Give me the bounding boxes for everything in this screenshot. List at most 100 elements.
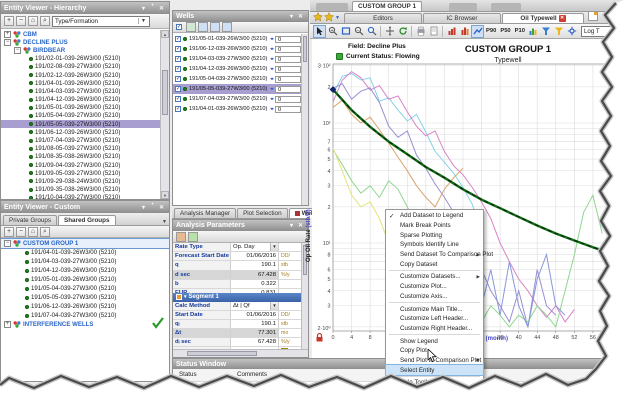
parameter-value[interactable]: 190.1 [231,261,279,269]
tree-well-item[interactable]: 191/05-05-039-27W3/00 (5210) [1,293,169,302]
status-column-header[interactable]: Status [179,371,197,378]
pin-icon[interactable]: ꜛ [148,5,157,11]
zoom-in-icon[interactable]: + [326,25,339,38]
wells-map-icon[interactable] [210,22,220,32]
tree-well-item[interactable]: 191/05-01-039-26W3/00 (5210) [1,104,160,112]
parameter-row[interactable]: qᵢ190.1stb [173,320,302,329]
parameters-hscrollbar[interactable] [173,349,309,357]
filter-up-icon[interactable] [540,25,553,38]
favorite-star2-icon[interactable] [324,12,334,22]
menu-item-select-entity[interactable]: Select Entity [386,365,483,375]
menu-item-show-legend[interactable]: Show Legend [386,336,483,346]
percentile-toggle-p50[interactable]: P50 [500,28,510,34]
menu-item-symbols-identify-line[interactable]: Symbols Identify Line [386,240,483,250]
well-checkbox[interactable]: ✓ [175,46,181,52]
parameter-value[interactable]: 190.1 [231,320,279,328]
parameter-row[interactable]: q190.1stb [173,261,302,270]
well-checkbox[interactable]: ✓ [175,106,181,112]
close-icon[interactable]: ✕ [296,13,305,20]
well-checkbox[interactable]: ✓ [175,76,181,82]
spin-arrows-icon[interactable]: ◂▸ [270,96,273,102]
gear-icon[interactable] [566,25,579,38]
tree-well-item[interactable]: 191/05-04-039-27W3/00 (5210) [1,112,160,120]
close-icon[interactable]: ✕ [157,5,166,12]
parameter-row[interactable]: dᵢ sec67.428%/y [173,338,302,347]
tree-well-item[interactable]: 191/06-12-039-26W3/00 (5210) [1,128,160,136]
add-button[interactable]: + [4,16,14,26]
inactive-document-tab[interactable] [491,3,521,11]
tree-well-item[interactable]: 191/09-35-038-26W3/00 (5210) [1,186,160,194]
parameter-row[interactable]: b0.322 [173,280,302,289]
expand-icon[interactable]: + [4,321,11,328]
well-value-input[interactable]: 0 [275,96,301,103]
tree-well-item[interactable]: 191/07-04-039-27W3/00 (5210) [1,311,169,320]
menu-item-customize-main-title[interactable]: Customize Main Title... [386,304,483,314]
scale-combo[interactable]: Log T▼ [581,26,624,37]
well-value-input[interactable]: 0 [275,46,301,53]
chevron-down-icon[interactable]: ▾ [139,5,148,12]
well-checkbox[interactable]: ✓ [175,56,181,62]
add-button[interactable]: + [4,227,14,237]
tree-well-item[interactable]: 191/09-04-039-27W3/00 (5210) [1,161,160,169]
pointer-icon[interactable] [313,25,326,38]
wells-grid-icon[interactable] [186,22,196,32]
well-checkbox[interactable]: ✓ [175,86,181,92]
spin-arrows-icon[interactable]: ◂▸ [270,76,273,82]
tree-well-item[interactable]: 191/04-03-039-27W3/00 (5210) [1,257,169,266]
wells-scrollbar[interactable] [301,34,308,205]
tree-group-decline-plus[interactable]: −DECLINE PLUS [1,38,160,46]
collapse-icon[interactable]: − [14,47,21,54]
scroll-down-icon[interactable]: ▼ [161,191,169,199]
print-icon[interactable] [414,25,427,38]
spin-arrows-icon[interactable]: ◂▸ [270,106,273,112]
parameter-value[interactable]: 67.428 [231,271,279,279]
parameter-row[interactable]: Forecast Start Date01/06/2016DD/ [173,252,302,261]
menu-item-mark-break-points[interactable]: Mark Break Points [386,221,483,231]
well-checkbox[interactable]: ✓ [175,96,181,102]
parameter-value[interactable]: 0.322 [231,280,279,288]
scroll-thumb[interactable] [187,351,257,356]
chevron-down-icon[interactable]: ▼ [270,302,278,310]
pan-icon[interactable] [383,25,396,38]
menu-item-add-dataset-to-legend[interactable]: ✓Add Dataset to Legend [386,211,483,221]
wells-list-icon[interactable] [222,22,232,32]
filter-icon[interactable]: ⌂ [28,16,38,26]
parameter-value[interactable]: 01/06/2016 [231,311,279,319]
search-icon[interactable]: ⌕ [40,227,50,237]
parameter-row[interactable]: d sec67.428%/y [173,271,302,280]
chevron-down-icon[interactable]: ▼ [162,219,167,225]
tree-well-item[interactable]: 191/08-35-038-26W3/00 (5210) [1,153,160,161]
wells-chart-icon[interactable] [198,22,208,32]
zoom-out-icon[interactable]: − [352,25,365,38]
wells-row[interactable]: ✓191/05-01-039-26W3/00 (5210)◂▸0 [173,34,301,44]
tree-well-item[interactable]: 191/06-12-039-26W3/00 (5210) [1,302,169,311]
well-value-input[interactable]: 0 [275,106,301,113]
well-value-input[interactable]: 0 [275,56,301,63]
tree-group-custom-group-1[interactable]: −CUSTOM GROUP 1 [1,239,169,248]
wells-row[interactable]: ✓191/05-04-039-27W3/00 (5210)◂▸0 [173,74,301,84]
tree-well-item[interactable]: 191/02-08-039-27W3/00 (5210) [1,63,160,71]
menu-item-copy-dataset[interactable]: Copy Dataset [386,259,483,269]
tab-ic-browser[interactable]: IC Browser [423,13,501,23]
refresh-icon[interactable] [396,25,409,38]
tree-well-item[interactable]: 191/09-05-039-27W3/00 (5210) [1,169,160,177]
parameter-value[interactable]: Op. Day▼ [231,243,279,251]
wells-row[interactable]: ✓191/04-01-039-26W3/00 (5210)◂▸0 [173,104,301,114]
close-icon[interactable]: ✕ [157,204,166,211]
comments-column-header[interactable]: Comments [237,371,267,378]
percentile-toggle-p10[interactable]: P10 [515,28,525,34]
spin-arrows-icon[interactable]: ◂▸ [270,46,273,52]
menu-item-hide-toolbar[interactable]: Hide Toolbar [386,378,483,388]
search-icon[interactable]: ⌕ [40,16,50,26]
tree-group-interference-wells[interactable]: +INTERFERENCE WELLS [1,320,169,329]
tree-well-item[interactable]: 191/05-01-039-26W3/00 (5210) [1,275,169,284]
scroll-thumb[interactable] [162,70,168,115]
tab-shared-groups[interactable]: Shared Groups [58,215,116,225]
pin-icon[interactable]: ꜛ [148,204,157,210]
tree-well-item[interactable]: 191/04-12-039-26W3/00 (5210) [1,266,169,275]
spin-arrows-icon[interactable]: ◂▸ [270,36,273,42]
parameter-row[interactable]: Start Date01/06/2016DD/ [173,311,302,320]
tree-well-item[interactable]: 191/04-01-039-26W3/00 (5210) [1,79,160,87]
close-tab-icon[interactable]: ✕ [559,15,566,22]
parameter-row[interactable]: Rate TypeOp. Day▼ [173,243,302,252]
